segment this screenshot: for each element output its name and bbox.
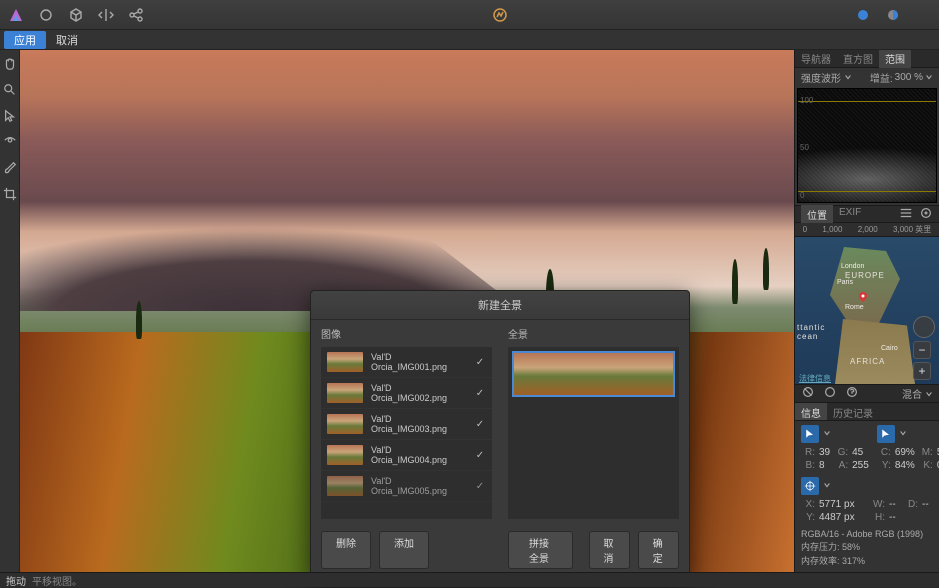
sampler-pos-icon[interactable] [801,477,819,495]
persona-crescent-icon[interactable] [913,5,933,25]
panorama-preview-list[interactable] [508,347,679,519]
dropdown-icon[interactable] [823,429,831,440]
check-icon[interactable]: ✓ [474,356,486,368]
list-item[interactable]: Val'D Orcia_IMG002.png✓ [321,378,492,409]
map-legal-link[interactable]: 法律信息 [799,373,831,384]
list-item[interactable]: Val'D Orcia_IMG001.png✓ [321,347,492,378]
map-label-atlantic: ttantic cean [797,323,825,341]
thumbnail [327,383,363,403]
help-icon[interactable] [845,385,859,402]
circle-tool-icon[interactable] [36,5,56,25]
brush-tool-icon[interactable] [2,160,18,176]
persona-half-icon[interactable] [883,5,903,25]
apply-button[interactable]: 应用 [4,31,46,49]
info-color-profile: RGBA/16 - Adobe RGB (1998) [801,529,933,539]
dialog-ok-button[interactable]: 确定 [638,531,679,569]
tab-scope[interactable]: 范围 [879,50,911,68]
map-view[interactable]: EUROPE AFRICA ttantic cean London Paris … [795,237,939,384]
circle-icon[interactable] [823,385,837,402]
sampler-cmyk-icon[interactable] [877,425,895,443]
cube-tool-icon[interactable] [66,5,86,25]
blend-mode-dropdown[interactable]: 混合 [902,386,933,401]
thumbnail [327,414,363,434]
scope-header: 强度波形 增益: 300 % [795,68,939,86]
zoom-tool-icon[interactable] [2,82,18,98]
panel-menu-icon[interactable] [899,206,913,223]
thumbnail [327,352,363,372]
tab-navigator[interactable]: 导航器 [795,50,837,68]
new-panorama-dialog: 新建全景 图像 Val'D Orcia_IMG001.png✓ Val'D Or… [310,290,690,580]
map-place: Rome [845,304,864,311]
location-panel-header: 位置 EXIF [795,205,939,223]
left-toolbar [0,50,20,572]
context-bar: 应用 取消 [0,30,939,50]
gain-label: 增益: [870,70,893,85]
list-item[interactable]: Val'D Orcia_IMG003.png✓ [321,409,492,440]
info-panel-tabs: 信息 历史记录 [795,403,939,421]
stitch-panorama-button[interactable]: 拼接全景 [508,531,573,569]
cancel-button[interactable]: 取消 [46,31,88,49]
thumbnail [327,476,363,496]
top-toolbar [0,0,939,30]
scope-mode-dropdown[interactable]: 强度波形 [801,70,852,85]
status-action: 拖动 [6,573,26,588]
dialog-cancel-button[interactable]: 取消 [589,531,630,569]
crossed-circle-icon[interactable] [801,385,815,402]
list-item[interactable]: Val'D Orcia_IMG005.png✓ [321,471,492,502]
map-panel: 0 1,000 2,000 3,000 英里 EUROPE AFRICA tta… [795,223,939,384]
map-scale-ruler: 0 1,000 2,000 3,000 英里 [795,223,939,237]
map-zoom-out-button[interactable]: − [913,341,931,359]
tab-location[interactable]: 位置 [801,205,833,224]
map-compass-icon[interactable] [913,316,935,338]
status-bar: 拖动 平移视图。 [0,572,939,587]
tab-info[interactable]: 信息 [795,403,827,420]
delete-button[interactable]: 删除 [321,531,371,569]
gain-value[interactable]: 300 % [895,72,923,83]
mirror-tool-icon[interactable] [96,5,116,25]
info-memory-efficiency: 内存效率: 317% [801,554,933,567]
scope-panel-tabs: 导航器 直方图 范围 [795,50,939,68]
map-pin-icon [858,292,868,302]
check-icon[interactable]: ✓ [474,449,486,461]
source-image-list[interactable]: Val'D Orcia_IMG001.png✓ Val'D Orcia_IMG0… [321,347,492,519]
images-column-header: 图像 [321,326,492,341]
add-button[interactable]: 添加 [379,531,429,569]
info-panel-body: R:39 G:45 B:8 A:255 C:69% M:56% Y:84% [795,421,939,572]
panorama-column-header: 全景 [508,326,679,341]
thumbnail [327,445,363,465]
map-place: Paris [837,279,853,286]
map-label-africa: AFRICA [850,357,885,366]
tab-histogram[interactable]: 直方图 [837,50,879,68]
map-zoom-in-button[interactable]: + [913,362,931,380]
target-icon[interactable] [919,206,933,223]
redeye-tool-icon[interactable] [2,134,18,150]
app-logo-icon [6,5,26,25]
persona-dot-icon[interactable] [853,5,873,25]
tab-history[interactable]: 历史记录 [827,403,879,420]
crop-tool-icon[interactable] [2,186,18,202]
hand-tool-icon[interactable] [2,56,18,72]
share-tool-icon[interactable] [126,5,146,25]
check-icon[interactable]: ✓ [474,480,486,492]
check-icon[interactable]: ✓ [474,418,486,430]
status-hint: 平移视图。 [32,573,82,588]
tab-exif[interactable]: EXIF [833,205,867,224]
pointer-tool-icon[interactable] [2,108,18,124]
waveform-scope: 100 50 0 [797,88,937,203]
check-icon[interactable]: ✓ [474,387,486,399]
right-panel-group: 导航器 直方图 范围 强度波形 增益: 300 % 100 50 0 位置 EX… [794,50,939,572]
map-place: Cairo [881,345,898,352]
dropdown-icon[interactable] [899,429,907,440]
adjustment-icons-row: 混合 [795,384,939,403]
develop-persona-icon[interactable] [490,5,510,25]
map-place: London [841,263,864,270]
dropdown-icon[interactable] [823,481,831,492]
list-item[interactable]: Val'D Orcia_IMG004.png✓ [321,440,492,471]
info-memory-pressure: 内存压力: 58% [801,540,933,553]
panorama-preview[interactable] [512,351,675,397]
dialog-title: 新建全景 [311,291,689,320]
sampler-rgb-icon[interactable] [801,425,819,443]
